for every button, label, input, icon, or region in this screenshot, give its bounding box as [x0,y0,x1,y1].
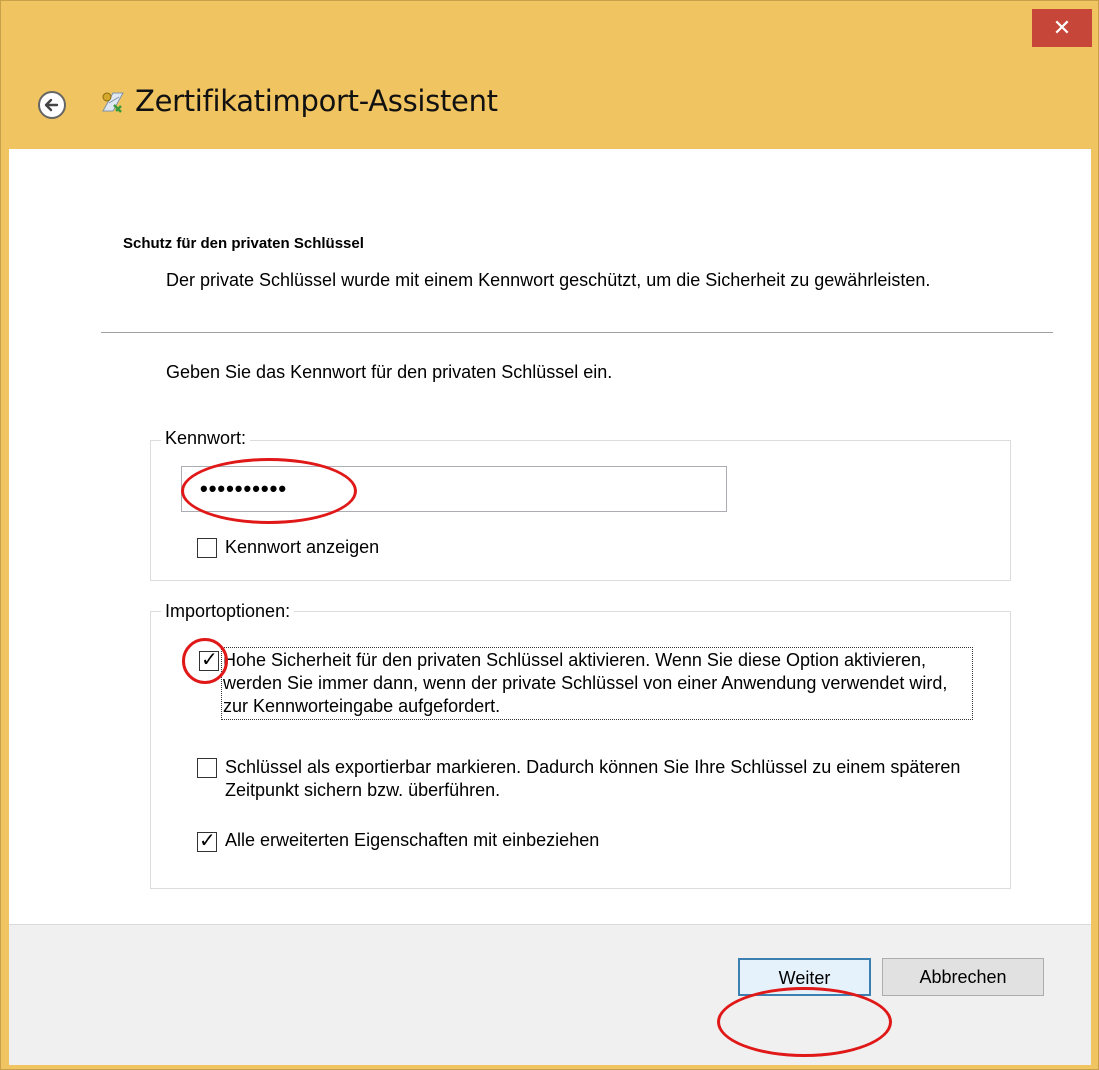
password-input[interactable]: •••••••••• [181,466,727,512]
next-button[interactable]: Weiter [738,958,871,996]
window-title: Zertifikatimport-Assistent [135,84,498,118]
divider [101,332,1053,333]
high-security-label[interactable]: Hohe Sicherheit für den privaten Schlüss… [221,647,973,720]
page-heading: Schutz für den privaten Schlüssel [123,235,364,252]
cancel-button[interactable]: Abbrechen [882,958,1044,996]
show-password-label[interactable]: Kennwort anzeigen [225,536,379,559]
exportable-label[interactable]: Schlüssel als exportierbar markieren. Da… [225,756,985,802]
high-security-checkbox[interactable]: ✓ [199,649,219,671]
show-password-checkbox[interactable] [197,538,217,558]
instruction-text: Geben Sie das Kennwort für den privaten … [166,362,613,382]
extended-properties-label[interactable]: Alle erweiterten Eigenschaften mit einbe… [225,829,599,852]
checkmark-icon: ✓ [199,830,216,852]
password-group-label: Kennwort: [161,428,251,449]
extended-properties-checkbox[interactable]: ✓ [197,830,217,852]
import-options-label: Importoptionen: [161,601,295,622]
content-area: Schutz für den privaten Schlüssel Der pr… [9,149,1091,924]
back-button[interactable] [38,91,66,119]
page-description: Der private Schlüssel wurde mit einem Ke… [166,270,931,290]
wizard-window: ✕ Zertifikatimport-Assistent Schutz für … [0,0,1099,1070]
checkmark-icon: ✓ [201,649,218,671]
back-arrow-icon [44,98,59,112]
close-button[interactable]: ✕ [1032,9,1092,47]
certificate-icon [102,92,124,113]
exportable-checkbox[interactable] [197,758,217,778]
